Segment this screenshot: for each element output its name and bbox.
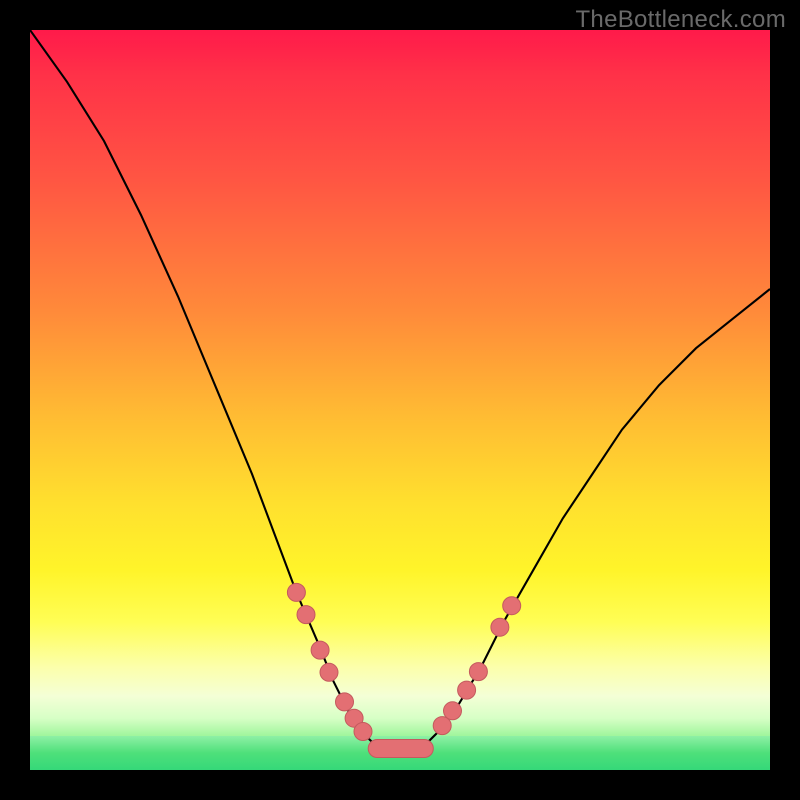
marker-group xyxy=(287,583,520,757)
chart-svg xyxy=(30,30,770,770)
bottleneck-curve xyxy=(30,30,770,752)
data-point-marker xyxy=(354,723,372,741)
data-point-marker xyxy=(503,597,521,615)
data-point-marker xyxy=(297,606,315,624)
optimal-range-pill xyxy=(368,740,433,758)
chart-frame: TheBottleneck.com xyxy=(0,0,800,800)
data-point-marker xyxy=(320,663,338,681)
data-point-marker xyxy=(336,693,354,711)
data-point-marker xyxy=(491,618,509,636)
data-point-marker xyxy=(444,702,462,720)
data-point-marker xyxy=(458,681,476,699)
data-point-marker xyxy=(287,583,305,601)
watermark-text: TheBottleneck.com xyxy=(575,6,786,34)
plot-area xyxy=(30,30,770,770)
data-point-marker xyxy=(311,641,329,659)
data-point-marker xyxy=(469,663,487,681)
